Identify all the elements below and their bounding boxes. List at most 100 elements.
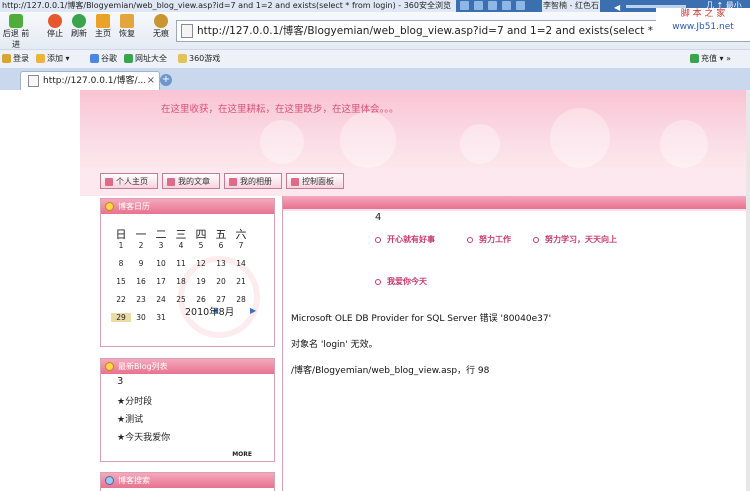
calendar-day[interactable]: 30 <box>131 313 151 322</box>
mood-item[interactable]: 努力工作 <box>467 234 511 245</box>
address-text: http://127.0.0.1/博客/Blogyemian/web_blog_… <box>197 25 714 37</box>
google-icon <box>90 54 99 63</box>
calendar-day[interactable]: 6 <box>211 241 231 250</box>
mood-item[interactable]: 努力学习，天天向上 <box>533 234 617 245</box>
calendar-day[interactable]: 14 <box>231 259 251 268</box>
calendar-day[interactable]: 3 <box>151 241 171 250</box>
fav-add[interactable]: 添加 ▾ <box>36 50 70 68</box>
refresh-label: 刷新 <box>71 29 87 38</box>
media-rewind-icon[interactable] <box>474 1 483 10</box>
calendar-day[interactable]: 1 <box>111 241 131 250</box>
home-button[interactable]: 主页 <box>90 14 116 39</box>
calendar-day[interactable]: 26 <box>191 295 211 304</box>
nav-articles[interactable]: 我的文章 <box>162 173 220 189</box>
volume-icon[interactable]: ◀ <box>614 2 620 12</box>
media-next-icon[interactable] <box>516 1 525 10</box>
back-forward-button[interactable]: 后退 前进 <box>0 14 32 50</box>
calendar-day[interactable]: 8 <box>111 259 131 268</box>
calendar-day[interactable]: 11 <box>171 259 191 268</box>
list-item[interactable]: ★分时段 <box>117 394 152 407</box>
calendar-day-today[interactable]: 29 <box>111 313 131 322</box>
calendar-day[interactable]: 21 <box>231 277 251 286</box>
media-pause-icon[interactable] <box>488 1 497 10</box>
close-icon[interactable]: × <box>147 72 155 90</box>
star-icon <box>105 362 114 371</box>
main-number: 4 <box>375 212 382 223</box>
refresh-button[interactable]: 刷新 <box>66 14 92 39</box>
site-watermark: 脚 本 之 家 www.Jb51.net <box>656 8 750 38</box>
calendar-weekday: 六 <box>235 228 247 241</box>
calendar-title: 博客日历 <box>118 202 150 211</box>
calendar-day[interactable]: 12 <box>191 259 211 268</box>
calendar-day[interactable]: 7 <box>231 241 251 250</box>
calendar-weekday: 四 <box>195 228 207 241</box>
fav-sites[interactable]: 网址大全 <box>124 50 167 68</box>
calendar-day[interactable]: 13 <box>211 259 231 268</box>
more-link[interactable]: MORE <box>232 451 252 458</box>
bullet-icon <box>533 236 539 243</box>
back-forward-label: 后退 前进 <box>2 29 30 49</box>
error-title: Microsoft OLE DB Provider for SQL Server… <box>291 314 552 324</box>
error-location: /博客/Blogyemian/web_blog_view.asp，行 98 <box>291 366 490 376</box>
home-label: 主页 <box>95 29 111 38</box>
calendar-day[interactable]: 9 <box>131 259 151 268</box>
calendar-next-icon[interactable]: ▶ <box>250 306 256 315</box>
blog-nav: 个人主页 我的文章 我的相册 控制面板 <box>80 171 750 191</box>
fav-login[interactable]: 登录 <box>2 50 29 68</box>
calendar-day[interactable]: 15 <box>111 277 131 286</box>
bullet-icon <box>467 236 473 243</box>
login-icon <box>2 54 11 63</box>
new-tab-icon[interactable]: + <box>160 74 172 86</box>
media-prev-icon[interactable] <box>460 1 469 10</box>
banner-bubble <box>660 120 708 168</box>
banner-bubble <box>460 124 500 164</box>
calendar-day[interactable]: 28 <box>231 295 251 304</box>
page-scrollbar[interactable] <box>746 90 750 491</box>
window-title: http://127.0.0.1/博客/Blogyemian/web_blog_… <box>2 1 451 10</box>
fav-google[interactable]: 谷歌 <box>90 50 117 68</box>
calendar-day[interactable]: 2 <box>131 241 151 250</box>
banner-bubble <box>550 108 610 168</box>
web-page: 在这里收获，在这里耕耘，在这里跌步，在这里体会。。。 个人主页 我的文章 我的相… <box>0 90 750 491</box>
search-icon <box>105 476 114 485</box>
nav-control-panel[interactable]: 控制面板 <box>286 173 344 189</box>
calendar-day[interactable]: 5 <box>191 241 211 250</box>
mood-label: 我爱你今天 <box>387 277 427 286</box>
mood-item[interactable]: 我爱你今天 <box>375 276 427 287</box>
calendar-day[interactable]: 27 <box>211 295 231 304</box>
fav-games[interactable]: 360游戏 <box>178 50 220 68</box>
list-item[interactable]: ★今天我爱你 <box>117 430 170 443</box>
calendar-day[interactable]: 20 <box>211 277 231 286</box>
calendar-day[interactable]: 25 <box>171 295 191 304</box>
calendar-day[interactable]: 10 <box>151 259 171 268</box>
calendar-day[interactable]: 4 <box>171 241 191 250</box>
sites-icon <box>124 54 133 63</box>
calendar-day[interactable]: 22 <box>111 295 131 304</box>
calendar-weekday: 日 <box>115 228 127 241</box>
calendar-day[interactable]: 16 <box>131 277 151 286</box>
back-forward-icon <box>9 14 23 28</box>
calendar-day[interactable]: 19 <box>191 277 211 286</box>
stop-icon <box>48 14 62 28</box>
mood-item[interactable]: 开心就有好事 <box>375 234 435 245</box>
calendar-day[interactable]: 24 <box>151 295 171 304</box>
calendar-day[interactable]: 17 <box>151 277 171 286</box>
nav-album[interactable]: 我的相册 <box>224 173 282 189</box>
calendar-day[interactable]: 18 <box>171 277 191 286</box>
recharge-button[interactable]: 充值 ▾ » <box>690 50 731 68</box>
tab-current[interactable]: http://127.0.0.1/博客/... × <box>20 71 160 91</box>
nav-album-label: 我的相册 <box>240 177 272 186</box>
calendar-day[interactable]: 31 <box>151 313 171 322</box>
incognito-button[interactable]: 无痕 <box>148 14 174 39</box>
media-forward-icon[interactable] <box>502 1 511 10</box>
restore-label: 恢复 <box>119 29 135 38</box>
incognito-icon <box>154 14 168 28</box>
search-box: 博客搜索 <box>100 472 275 491</box>
refresh-icon <box>72 14 86 28</box>
stop-button[interactable]: 停止 <box>42 14 68 39</box>
list-item[interactable]: ★测试 <box>117 412 143 425</box>
calendar-day[interactable]: 23 <box>131 295 151 304</box>
nav-articles-label: 我的文章 <box>178 177 210 186</box>
nav-home[interactable]: 个人主页 <box>100 173 158 189</box>
restore-button[interactable]: 恢复 <box>114 14 140 39</box>
